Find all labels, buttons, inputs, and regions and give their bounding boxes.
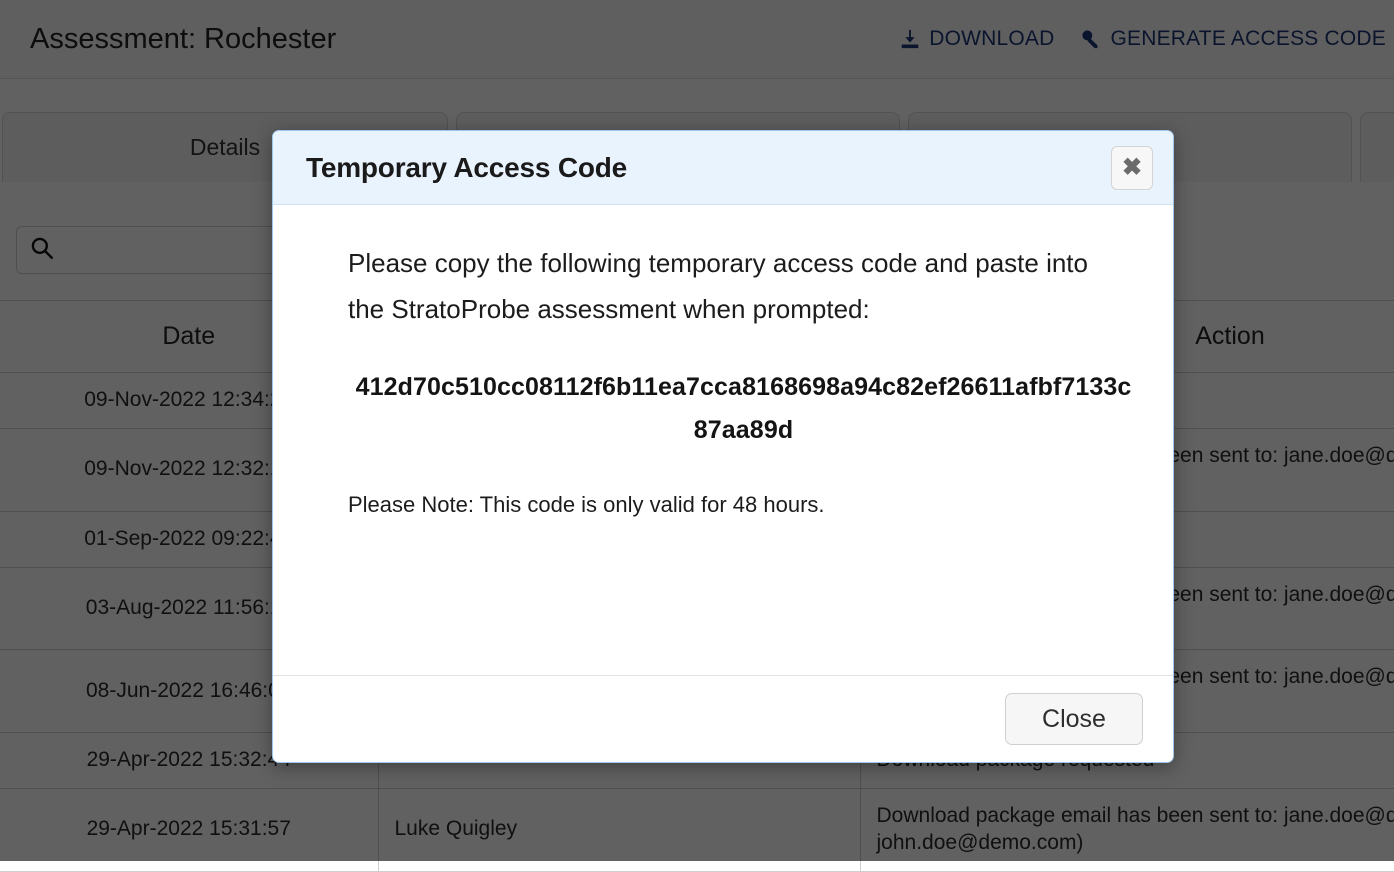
dialog-header: Temporary Access Code ✖	[273, 131, 1173, 205]
close-button[interactable]: Close	[1005, 693, 1143, 745]
access-code-value[interactable]: 412d70c510cc08112f6b11ea7cca8168698a94c8…	[348, 366, 1133, 452]
temporary-access-code-dialog: Temporary Access Code ✖ Please copy the …	[272, 130, 1174, 763]
dialog-body: Please copy the following temporary acce…	[273, 205, 1173, 675]
dialog-instruction-text: Please copy the following temporary acce…	[348, 248, 1088, 324]
dialog-note-text: Please Note: This code is only valid for…	[348, 492, 825, 517]
close-icon[interactable]: ✖	[1111, 145, 1153, 190]
dialog-title: Temporary Access Code	[306, 151, 628, 183]
dialog-footer: Close	[273, 675, 1173, 762]
